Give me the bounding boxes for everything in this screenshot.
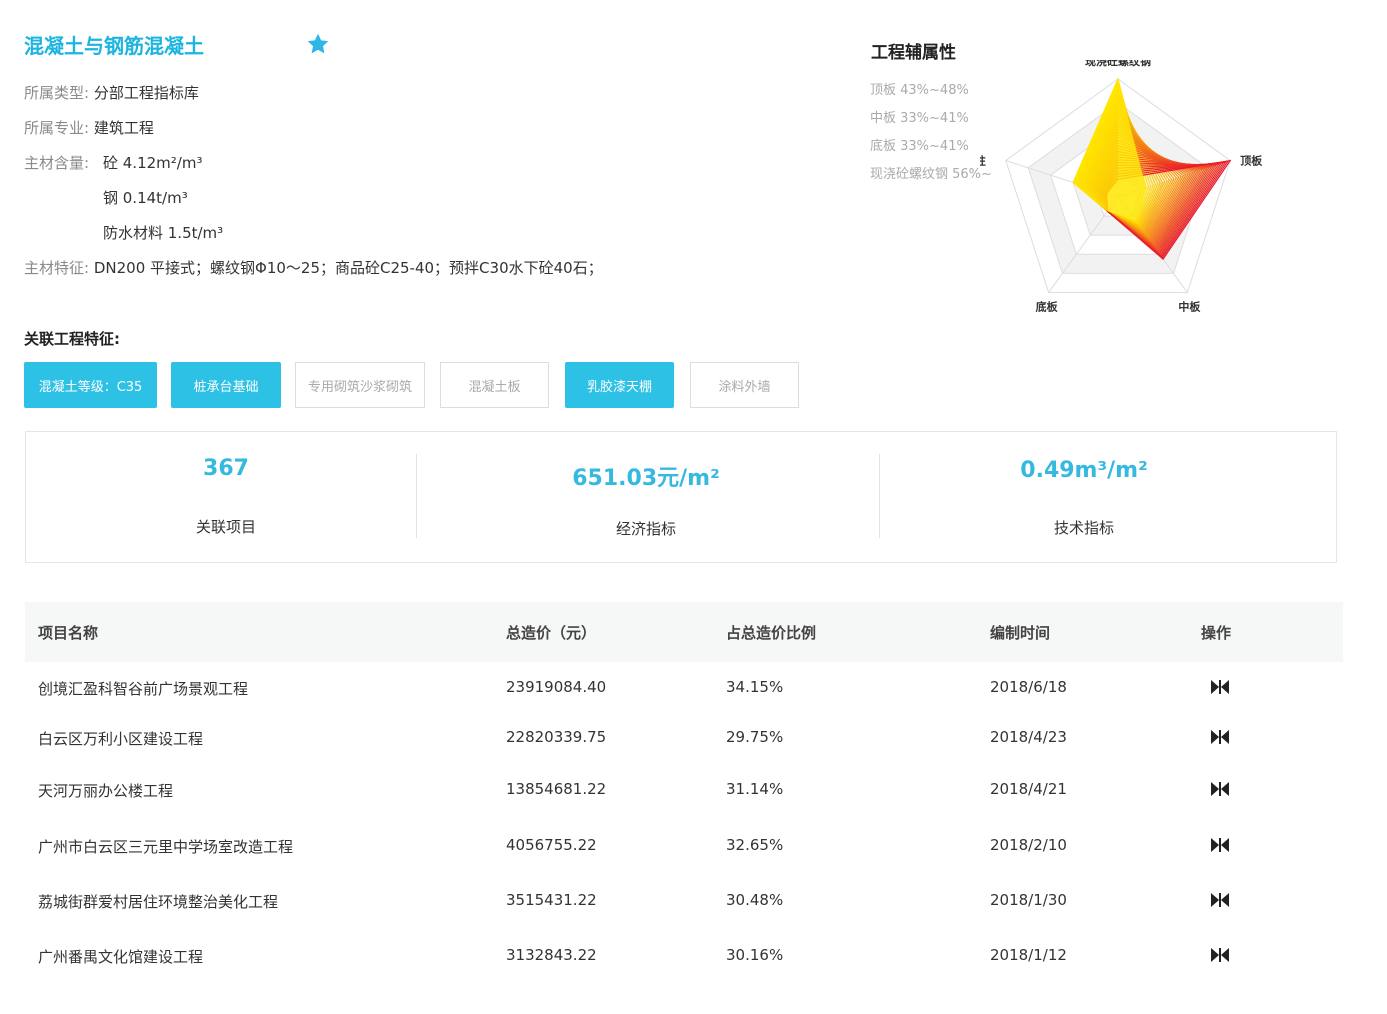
- bowtie-compare-icon[interactable]: [1209, 836, 1231, 854]
- bowtie-compare-icon[interactable]: [1209, 891, 1231, 909]
- cell-cost-ratio: 32.65%: [726, 836, 784, 854]
- type-row: 所属类型: 分部工程指标库: [24, 83, 199, 103]
- radar-axis-label: 中板: [1178, 299, 1201, 313]
- tag-paint-wall[interactable]: 涂料外墙: [690, 362, 799, 408]
- col-cost-ratio: 占总造价比例: [726, 624, 817, 642]
- tag-mortar[interactable]: 专用砌筑沙浆砌筑: [295, 362, 425, 408]
- bowtie-compare-icon[interactable]: [1209, 728, 1231, 746]
- stat-divider: [879, 454, 880, 538]
- radar-axis-label: 顶板: [1240, 154, 1263, 168]
- radar-chart: 现浇砼螺纹钢顶板中板 底板 侧柱: [980, 60, 1263, 313]
- feature-row: 主材特征: DN200 平接式；螺纹钢Φ10～25；商品砼C25-40；预拌C3…: [24, 258, 603, 278]
- cell-project-name: 白云区万利小区建设工程: [38, 730, 204, 748]
- cell-total-cost: 23919084.40: [506, 678, 607, 696]
- legend-item: 中板 33%~41%: [870, 111, 969, 126]
- cell-total-cost: 3515431.22: [506, 891, 597, 909]
- table-header: [25, 602, 1343, 662]
- tag-latex-ceiling[interactable]: 乳胶漆天棚: [565, 362, 674, 408]
- cell-project-name: 创境汇盈科智谷前广场景观工程: [38, 680, 249, 698]
- cell-project-name: 天河万丽办公楼工程: [38, 782, 174, 800]
- stat-economic-value: 651.03元/m²: [572, 466, 720, 491]
- radar-axis-label: 侧柱: [980, 154, 986, 168]
- radar-axis-label: 底板: [1036, 299, 1059, 313]
- legend-item: 现浇砼螺纹钢 56%~: [870, 167, 992, 182]
- major-row: 所属专业: 建筑工程: [24, 118, 154, 138]
- tag-concrete-grade[interactable]: 混凝土等级：C35: [24, 362, 157, 408]
- content-label: 主材含量:: [24, 154, 90, 172]
- cell-total-cost: 13854681.22: [506, 780, 607, 798]
- cell-project-name: 广州市白云区三元里中学场室改造工程: [38, 838, 294, 856]
- page-title: 混凝土与钢筋混凝土: [24, 34, 204, 58]
- col-project-name: 项目名称: [38, 624, 99, 642]
- stat-economic-label: 经济指标: [615, 520, 676, 538]
- cell-total-cost: 3132843.22: [506, 946, 597, 964]
- bowtie-compare-icon[interactable]: [1209, 946, 1231, 964]
- tag-concrete-slab[interactable]: 混凝土板: [440, 362, 549, 408]
- cell-cost-ratio: 30.16%: [726, 946, 784, 964]
- star-icon[interactable]: [305, 31, 331, 57]
- bowtie-compare-icon[interactable]: [1209, 780, 1231, 798]
- content-steel: 钢 0.14t/m³: [103, 189, 188, 207]
- cell-date: 2018/4/23: [990, 728, 1067, 746]
- col-date: 编制时间: [990, 624, 1051, 642]
- cell-project-name: 荔城街群爱村居住环境整治美化工程: [38, 893, 279, 911]
- stat-projects-label: 关联项目: [195, 518, 256, 536]
- chart-title: 工程辅属性: [871, 43, 956, 63]
- stat-divider: [416, 454, 417, 538]
- radar-axis-label: 现浇砼螺纹钢: [1085, 60, 1151, 68]
- col-total-cost: 总造价（元）: [506, 624, 597, 642]
- legend-item: 底板 33%~41%: [870, 139, 969, 154]
- cell-total-cost: 22820339.75: [506, 728, 607, 746]
- stat-projects-value: 367: [203, 456, 249, 481]
- cell-project-name: 广州番禺文化馆建设工程: [38, 948, 204, 966]
- cell-date: 2018/4/21: [990, 780, 1067, 798]
- content-row: 主材含量:: [24, 153, 89, 173]
- cell-total-cost: 4056755.22: [506, 836, 597, 854]
- cell-cost-ratio: 31.14%: [726, 780, 784, 798]
- col-action: 操作: [1201, 624, 1232, 642]
- feature-label: 主材特征:: [24, 259, 90, 277]
- cell-date: 2018/2/10: [990, 836, 1067, 854]
- type-value: 分部工程指标库: [93, 84, 199, 102]
- cell-date: 2018/1/12: [990, 946, 1067, 964]
- stat-technical-label: 技术指标: [1053, 519, 1114, 537]
- tag-pile-cap[interactable]: 桩承台基础: [171, 362, 281, 408]
- stats-card: 367 关联项目 651.03元/m² 经济指标 0.49m³/m² 技术指标: [25, 431, 1337, 563]
- stat-technical-value: 0.49m³/m²: [1020, 458, 1148, 483]
- bowtie-compare-icon[interactable]: [1209, 678, 1231, 696]
- major-label: 所属专业:: [24, 119, 90, 137]
- type-label: 所属类型:: [24, 84, 90, 102]
- cell-cost-ratio: 34.15%: [726, 678, 784, 696]
- cell-cost-ratio: 29.75%: [726, 728, 784, 746]
- related-title: 关联工程特征:: [24, 330, 120, 348]
- content-waterproof: 防水材料 1.5t/m³: [103, 224, 224, 242]
- major-value: 建筑工程: [93, 119, 154, 137]
- cell-cost-ratio: 30.48%: [726, 891, 784, 909]
- feature-value: DN200 平接式；螺纹钢Φ10～25；商品砼C25-40；预拌C30水下砼40…: [93, 259, 603, 277]
- cell-date: 2018/6/18: [990, 678, 1067, 696]
- content-concrete: 砼 4.12m²/m³: [103, 154, 203, 172]
- legend-item: 顶板 43%~48%: [870, 83, 969, 98]
- cell-date: 2018/1/30: [990, 891, 1067, 909]
